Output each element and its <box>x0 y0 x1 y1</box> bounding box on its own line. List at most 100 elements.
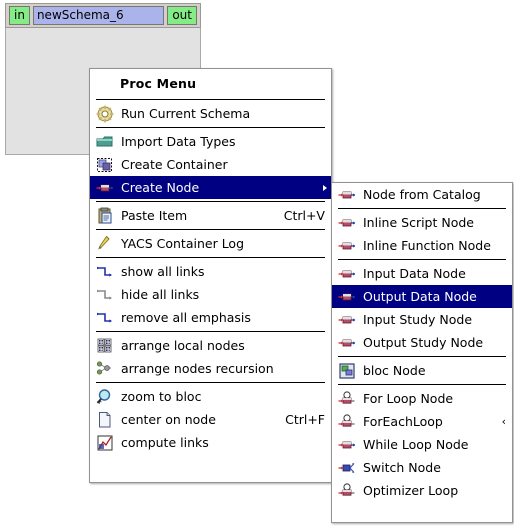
zoom-icon: + <box>96 388 114 406</box>
arrange-local-icon <box>96 337 114 355</box>
menu-item-label: arrange nodes recursion <box>121 360 274 376</box>
menu-item-label: Switch Node <box>363 459 441 475</box>
node-title[interactable]: newSchema_6 <box>32 6 165 25</box>
menu-item-label: bloc Node <box>363 362 426 378</box>
schema-node-header[interactable]: in newSchema_6 out <box>5 3 201 28</box>
proc-context-menu[interactable]: Proc Menu Run Current Schema Import Data … <box>89 68 332 483</box>
menu-separator <box>96 257 325 258</box>
menu-item-label: For Loop Node <box>363 390 454 406</box>
menu-item-label: Create Container <box>121 156 228 172</box>
submenu-arrow-icon: ‹ <box>501 415 506 428</box>
menu-item-create-node[interactable]: Create Node <box>90 176 331 199</box>
menu-separator <box>96 382 325 383</box>
hide-links-icon <box>96 286 114 304</box>
menu-item-input-data-node[interactable]: Input Data Node <box>332 262 512 285</box>
menu-item-center-on-node[interactable]: center on node Ctrl+F <box>90 408 331 431</box>
menu-separator <box>338 384 506 385</box>
menu-item-label: Node from Catalog <box>363 186 481 202</box>
loop-icon <box>338 482 356 500</box>
menu-item-label: hide all links <box>121 286 200 302</box>
node-icon <box>96 179 114 197</box>
menu-item-while-loop-node[interactable]: While Loop Node <box>332 433 512 456</box>
menu-item-label: Output Data Node <box>363 288 477 304</box>
menu-separator <box>96 127 325 128</box>
container-icon <box>96 156 114 174</box>
menu-item-arrange-local-nodes[interactable]: arrange local nodes <box>90 334 331 357</box>
node-out-port[interactable]: out <box>167 6 197 25</box>
menu-item-label: center on node <box>121 411 216 427</box>
menu-item-arrange-nodes-recursion[interactable]: arrange nodes recursion <box>90 357 331 380</box>
menu-item-hide-all-links[interactable]: hide all links <box>90 283 331 306</box>
menu-item-label: remove all emphasis <box>121 309 251 325</box>
paste-icon <box>96 207 114 225</box>
node-icon <box>338 237 356 255</box>
menu-item-label: zoom to bloc <box>121 388 202 404</box>
menu-separator <box>338 356 506 357</box>
menu-item-shortcut: Ctrl+V <box>283 208 325 223</box>
node-icon <box>338 436 356 454</box>
menu-separator <box>96 229 325 230</box>
menu-item-node-from-catalog[interactable]: Node from Catalog <box>332 183 512 206</box>
folder-icon <box>96 133 114 151</box>
proc-menu-title: Proc Menu <box>120 76 197 91</box>
menu-item-show-all-links[interactable]: show all links <box>90 260 331 283</box>
node-icon <box>338 186 356 204</box>
menu-item-input-study-node[interactable]: Input Study Node <box>332 308 512 331</box>
menu-item-label: Create Node <box>121 179 200 195</box>
menu-item-label: Input Study Node <box>363 311 473 327</box>
node-in-port[interactable]: in <box>9 6 30 25</box>
svg-text:+: + <box>97 398 103 406</box>
menu-item-label: show all links <box>121 263 205 279</box>
menu-item-compute-links[interactable]: compute links <box>90 431 331 454</box>
bloc-icon <box>338 362 356 380</box>
menu-separator <box>96 99 325 100</box>
menu-item-label: compute links <box>121 434 209 450</box>
node-icon <box>338 214 356 232</box>
menu-item-optimizer-loop[interactable]: Optimizer Loop <box>332 479 512 502</box>
menu-item-zoom-to-bloc[interactable]: + zoom to bloc <box>90 385 331 408</box>
show-links-icon <box>96 263 114 281</box>
menu-item-label: Inline Function Node <box>363 237 491 253</box>
menu-item-label: ForEachLoop <box>363 413 443 429</box>
chevron-right-icon <box>323 184 327 191</box>
node-icon <box>338 334 356 352</box>
loop-icon <box>338 413 356 431</box>
menu-item-shortcut: Ctrl+F <box>285 412 325 427</box>
menu-item-output-study-node[interactable]: Output Study Node <box>332 331 512 354</box>
create-node-submenu[interactable]: Node from Catalog Inline Script Node Inlin… <box>331 182 513 523</box>
arrange-recursion-icon <box>96 360 114 378</box>
create-node-submenu-items: Node from Catalog Inline Script Node Inlin… <box>332 183 512 502</box>
menu-item-label: Input Data Node <box>363 265 466 281</box>
switch-icon <box>338 459 356 477</box>
node-icon <box>338 288 356 306</box>
compute-links-icon <box>96 434 114 452</box>
menu-separator <box>338 208 506 209</box>
menu-item-create-container[interactable]: Create Container <box>90 153 331 176</box>
menu-item-label: While Loop Node <box>363 436 469 452</box>
menu-item-switch-node[interactable]: Switch Node <box>332 456 512 479</box>
node-icon <box>338 265 356 283</box>
menu-item-label: Import Data Types <box>121 133 236 149</box>
menu-item-inline-function-node[interactable]: Inline Function Node <box>332 234 512 257</box>
menu-item-run-current-schema[interactable]: Run Current Schema <box>90 102 331 125</box>
remove-emphasis-icon <box>96 309 114 327</box>
menu-separator <box>338 259 506 260</box>
proc-menu-items: Run Current Schema Import Data Types Creat… <box>90 102 331 454</box>
loop-icon <box>338 390 356 408</box>
menu-item-paste-item[interactable]: Paste Item Ctrl+V <box>90 204 331 227</box>
menu-item-yacs-container-log[interactable]: YACS Container Log <box>90 232 331 255</box>
menu-item-import-data-types[interactable]: Import Data Types <box>90 130 331 153</box>
menu-item-bloc-node[interactable]: bloc Node <box>332 359 512 382</box>
menu-item-inline-script-node[interactable]: Inline Script Node <box>332 211 512 234</box>
menu-item-label: Optimizer Loop <box>363 482 459 498</box>
node-icon <box>338 311 356 329</box>
log-icon <box>96 235 114 253</box>
menu-item-output-data-node[interactable]: Output Data Node <box>332 285 512 308</box>
menu-item-label: arrange local nodes <box>121 337 245 353</box>
page-icon <box>96 411 114 429</box>
app-root: in newSchema_6 out Proc Menu Run Current… <box>0 0 514 528</box>
menu-item-label: YACS Container Log <box>121 235 245 251</box>
menu-item-foreachloop[interactable]: ForEachLoop ‹ <box>332 410 512 433</box>
menu-item-remove-all-emphasis[interactable]: remove all emphasis <box>90 306 331 329</box>
menu-item-for-loop-node[interactable]: For Loop Node <box>332 387 512 410</box>
